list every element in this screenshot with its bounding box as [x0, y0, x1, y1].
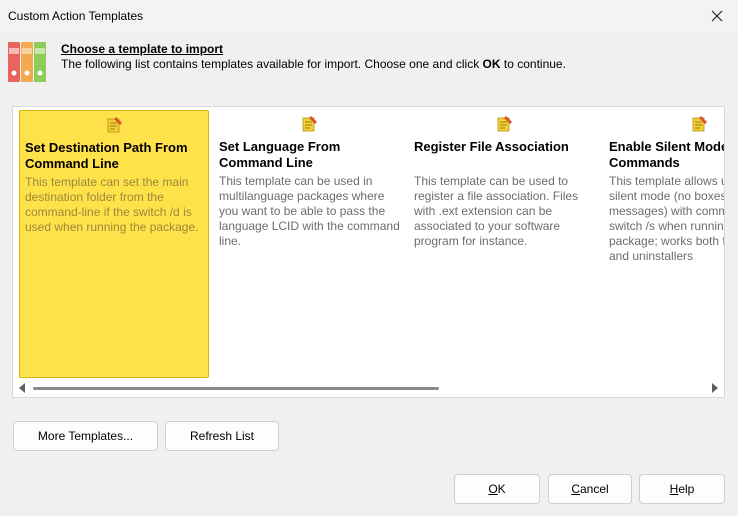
template-description: This template can be used in multilangua…: [219, 174, 400, 248]
notepad-pencil-icon: [692, 116, 707, 132]
template-card-silent-mode[interactable]: Enable Silent Mode Package Commands This…: [604, 110, 725, 378]
more-templates-button[interactable]: More Templates...: [13, 421, 158, 451]
cancel-accel: C: [571, 482, 580, 496]
header-desc-ok: OK: [482, 57, 501, 71]
notepad-pencil-icon: [107, 117, 122, 133]
header-desc-tail: to continue.: [500, 57, 566, 71]
refresh-list-label: Refresh List: [189, 429, 255, 443]
refresh-list-button[interactable]: Refresh List: [165, 421, 279, 451]
template-description: This template can be used to register a …: [414, 174, 579, 248]
scroll-left-icon[interactable]: [18, 383, 26, 393]
cancel-button[interactable]: Cancel: [548, 474, 632, 504]
horizontal-scrollbar[interactable]: [13, 379, 724, 397]
close-button[interactable]: [704, 4, 730, 28]
header-desc-text: The following list contains templates av…: [61, 57, 483, 71]
cancel-label: ancel: [579, 482, 609, 496]
template-title: Set Language From Command Line: [219, 139, 341, 170]
template-title: Register File Association: [414, 139, 569, 154]
help-button[interactable]: Help: [639, 474, 725, 504]
template-description: This template can set the main destinati…: [25, 175, 199, 234]
header-description: The following list contains templates av…: [61, 57, 566, 71]
template-title: Set Destination Path From Command Line: [25, 140, 188, 171]
template-list[interactable]: Set Destination Path From Command Line T…: [12, 106, 725, 398]
help-label: elp: [678, 482, 695, 496]
window-title: Custom Action Templates: [8, 9, 144, 23]
ok-button[interactable]: OK: [454, 474, 540, 504]
ok-label: K: [497, 482, 506, 496]
scrollbar-thumb[interactable]: [33, 387, 439, 390]
template-card-file-association[interactable]: Register File Association This template …: [409, 110, 599, 378]
header-title: Choose a template to import: [61, 42, 224, 56]
notepad-pencil-icon: [302, 116, 317, 132]
template-title: Enable Silent Mode Package Commands: [609, 139, 725, 170]
help-accel: H: [669, 482, 679, 496]
template-card-destination-path[interactable]: Set Destination Path From Command Line T…: [19, 110, 209, 378]
notepad-pencil-icon: [497, 116, 512, 132]
close-icon: [711, 10, 723, 22]
more-templates-label: More Templates...: [37, 429, 134, 443]
binders-icon: [8, 42, 46, 82]
scroll-right-icon[interactable]: [711, 383, 719, 393]
template-card-language[interactable]: Set Language From Command Line This temp…: [214, 110, 404, 378]
ok-accel: O: [488, 482, 498, 496]
template-description: This template allows use of the silent m…: [609, 174, 724, 263]
title-bar: Custom Action Templates: [0, 0, 738, 32]
